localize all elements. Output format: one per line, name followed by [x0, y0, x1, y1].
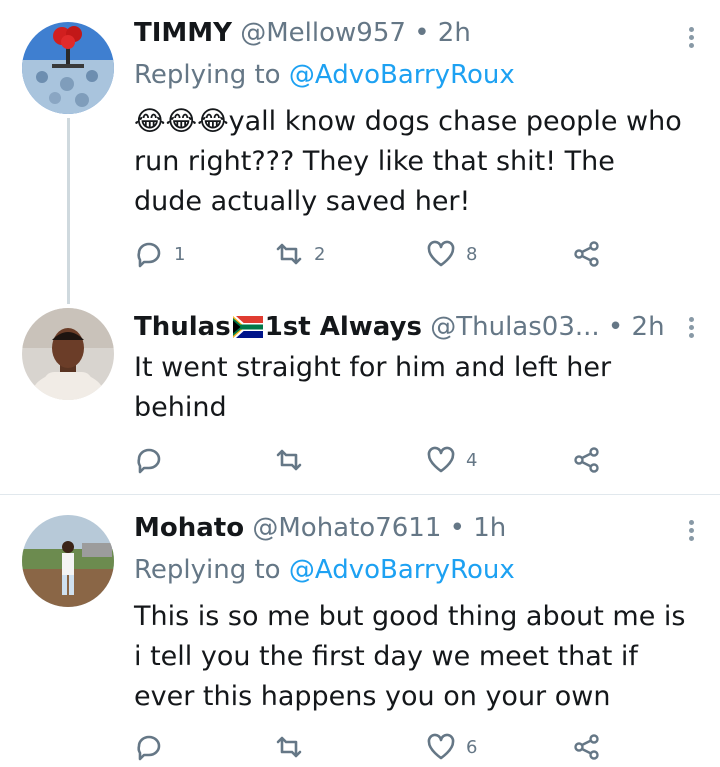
- replying-handle[interactable]: @AdvoBarryRoux: [289, 60, 515, 90]
- like-count: 8: [466, 243, 478, 265]
- display-name-text: Thulas: [134, 312, 231, 342]
- like-count: 6: [466, 736, 478, 758]
- retweet-icon: [276, 243, 302, 265]
- avatar[interactable]: [22, 22, 114, 114]
- reply-button[interactable]: 1: [134, 234, 185, 274]
- action-bar: 6: [134, 727, 614, 767]
- tweet-3[interactable]: Mohato @Mohato7611 • 1h Replying to @Adv…: [0, 495, 720, 764]
- like-button[interactable]: 4: [426, 440, 477, 480]
- share-button[interactable]: [572, 727, 602, 767]
- retweet-icon: [276, 449, 302, 471]
- heart-icon: [427, 240, 455, 267]
- user-handle[interactable]: @Thulas03...: [430, 312, 599, 342]
- tweet-header: Mohato @Mohato7611 • 1h: [134, 513, 680, 543]
- retweet-button[interactable]: 2: [274, 234, 325, 274]
- like-count: 4: [466, 449, 478, 471]
- more-options-icon[interactable]: [686, 24, 696, 51]
- heart-icon: [427, 446, 455, 473]
- timestamp[interactable]: • 1h: [450, 513, 507, 543]
- reply-count: 1: [174, 243, 186, 265]
- tweet-1[interactable]: TIMMY @Mellow957 • 2h Replying to @AdvoB…: [0, 0, 720, 304]
- action-bar: 4: [134, 440, 614, 480]
- display-name-suffix: 1st Always: [264, 312, 422, 342]
- more-options-icon[interactable]: [686, 517, 696, 544]
- timestamp[interactable]: • 2h: [608, 312, 665, 342]
- tweet-text: 😂😂😂yall know dogs chase people who run r…: [134, 102, 690, 222]
- tweet-2[interactable]: Thulas 1st Always @Thulas03... • 2h It we…: [0, 300, 720, 494]
- more-options-icon[interactable]: [686, 314, 696, 341]
- retweet-icon: [276, 736, 302, 758]
- share-button[interactable]: [572, 234, 602, 274]
- display-name[interactable]: Mohato: [134, 513, 244, 543]
- replying-prefix: Replying to: [134, 555, 281, 585]
- tweet-header: TIMMY @Mellow957 • 2h: [134, 18, 680, 48]
- share-icon: [574, 241, 599, 267]
- share-icon: [574, 734, 599, 760]
- share-icon: [574, 447, 599, 473]
- reply-icon: [137, 735, 161, 761]
- reply-button[interactable]: [134, 440, 174, 480]
- display-name[interactable]: Thulas 1st Always: [134, 312, 422, 342]
- tweet-text: It went straight for him and left her be…: [134, 352, 612, 423]
- replying-prefix: Replying to: [134, 60, 281, 90]
- replying-to: Replying to @AdvoBarryRoux: [134, 60, 515, 90]
- retweet-button[interactable]: [274, 727, 314, 767]
- like-button[interactable]: 6: [426, 727, 477, 767]
- like-button[interactable]: 8: [426, 234, 477, 274]
- tweet-header: Thulas 1st Always @Thulas03... • 2h: [134, 312, 680, 345]
- tweet-text: This is so me but good thing about me is…: [134, 601, 686, 712]
- display-name[interactable]: TIMMY: [134, 18, 232, 48]
- heart-icon: [427, 733, 455, 760]
- south-africa-flag-icon: [232, 315, 263, 345]
- reply-icon: [137, 242, 161, 268]
- replying-handle[interactable]: @AdvoBarryRoux: [289, 555, 515, 585]
- retweet-button[interactable]: [274, 440, 314, 480]
- reply-icon: [137, 448, 161, 474]
- avatar[interactable]: [22, 308, 114, 400]
- user-handle[interactable]: @Mohato7611: [252, 513, 441, 543]
- reply-button[interactable]: [134, 727, 174, 767]
- timestamp[interactable]: • 2h: [414, 18, 471, 48]
- user-handle[interactable]: @Mellow957: [240, 18, 406, 48]
- thread-line: [67, 118, 70, 304]
- emoji: 😂😂😂: [134, 106, 229, 137]
- retweet-count: 2: [314, 243, 326, 265]
- replying-to: Replying to @AdvoBarryRoux: [134, 555, 515, 585]
- action-bar: 1 2 8: [134, 234, 614, 274]
- avatar[interactable]: [22, 515, 114, 607]
- share-button[interactable]: [572, 440, 602, 480]
